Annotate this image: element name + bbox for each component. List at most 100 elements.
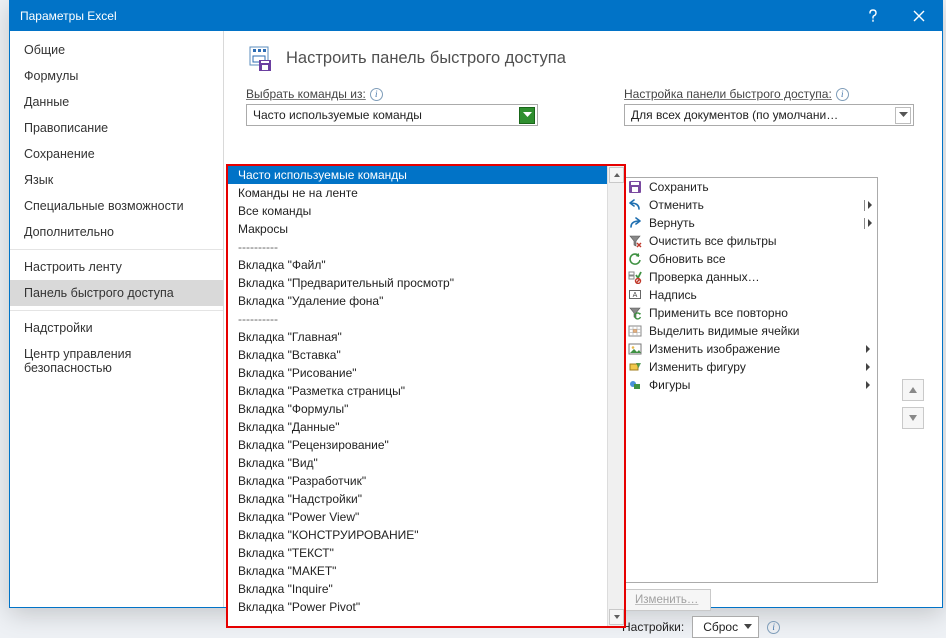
qat-list-item[interactable]: Применить все повторно: [623, 304, 877, 322]
move-down-button[interactable]: [902, 407, 924, 429]
dropdown-item[interactable]: Вкладка "Вставка": [228, 346, 607, 364]
dropdown-item[interactable]: Вкладка "Надстройки": [228, 490, 607, 508]
qat-list-item[interactable]: Вернуть: [623, 214, 877, 232]
sidebar-item-customize-ribbon[interactable]: Настроить ленту: [10, 254, 223, 280]
dropdown-item[interactable]: Вкладка "КОНСТРУИРОВАНИЕ": [228, 526, 607, 544]
window-title: Параметры Excel: [20, 9, 850, 23]
info-icon[interactable]: i: [836, 88, 849, 101]
shapes-icon: [627, 377, 643, 393]
sidebar-item-proofing[interactable]: Правописание: [10, 115, 223, 141]
choose-commands-label: Выбрать команды из: i: [246, 87, 538, 101]
choose-commands-combo[interactable]: Часто используемые команды: [246, 104, 538, 126]
sidebar-item-advanced[interactable]: Дополнительно: [10, 219, 223, 245]
sidebar-item-data[interactable]: Данные: [10, 89, 223, 115]
clear-filters-icon: [627, 233, 643, 249]
dropdown-item[interactable]: Вкладка "Разработчик": [228, 472, 607, 490]
main-panel: Настроить панель быстрого доступа Выбрат…: [224, 31, 942, 607]
dropdown-item[interactable]: Вкладка "Разметка страницы": [228, 382, 607, 400]
dropdown-item[interactable]: Команды не на ленте: [228, 184, 607, 202]
sidebar-item-qat[interactable]: Панель быстрого доступа: [10, 280, 223, 306]
qat-list-item[interactable]: Изменить изображение: [623, 340, 877, 358]
qat-list-item[interactable]: Отменить: [623, 196, 877, 214]
dropdown-item[interactable]: Вкладка "Данные": [228, 418, 607, 436]
qat-commands-listbox[interactable]: Сохранить Отменить Вернуть Очистить все фил…: [622, 177, 878, 583]
list-item-label: Проверка данных…: [649, 270, 873, 284]
help-button[interactable]: [850, 1, 896, 31]
reset-button[interactable]: Сброс: [692, 616, 759, 638]
list-item-label: Обновить все: [649, 252, 873, 266]
move-up-button[interactable]: [902, 379, 924, 401]
scroll-up-button[interactable]: [609, 167, 624, 183]
dropdown-item[interactable]: Вкладка "Рецензирование": [228, 436, 607, 454]
close-button[interactable]: [896, 1, 942, 31]
customizations-label: Настройки:: [622, 620, 684, 634]
submenu-arrow-icon: [863, 345, 873, 353]
dropdown-arrow-icon: [895, 107, 911, 124]
submenu-arrow-icon: [863, 218, 873, 229]
submenu-arrow-icon: [863, 363, 873, 371]
sidebar-item-formulas[interactable]: Формулы: [10, 63, 223, 89]
save-icon: [627, 179, 643, 195]
dropdown-item[interactable]: Вкладка "ТЕКСТ": [228, 544, 607, 562]
qat-list-item[interactable]: Сохранить: [623, 178, 877, 196]
list-item-label: Применить все повторно: [649, 306, 873, 320]
dropdown-item[interactable]: Вкладка "Файл": [228, 256, 607, 274]
repeat-icon: [627, 305, 643, 321]
panel-title: Настроить панель быстрого доступа: [286, 49, 566, 68]
list-item-label: Сохранить: [649, 180, 873, 194]
titlebar: Параметры Excel: [10, 1, 942, 31]
dropdown-item[interactable]: Часто используемые команды: [228, 166, 607, 184]
panel-header: Настроить панель быстрого доступа: [246, 43, 928, 73]
qat-list-item[interactable]: Фигуры: [623, 376, 877, 394]
qat-list-item[interactable]: Изменить фигуру: [623, 358, 877, 376]
sidebar: Общие Формулы Данные Правописание Сохран…: [10, 31, 224, 607]
list-item-label: Надпись: [649, 288, 873, 302]
qat-list-item[interactable]: Обновить все: [623, 250, 877, 268]
sidebar-item-trust-center[interactable]: Центр управления безопасностью: [10, 341, 223, 381]
list-item-label: Изменить изображение: [649, 342, 857, 356]
sidebar-item-accessibility[interactable]: Специальные возможности: [10, 193, 223, 219]
dropdown-item[interactable]: Вкладка "Рисование": [228, 364, 607, 382]
qat-list-item[interactable]: Очистить все фильтры: [623, 232, 877, 250]
list-item-label: Очистить все фильтры: [649, 234, 873, 248]
dropdown-item[interactable]: Вкладка "Вид": [228, 454, 607, 472]
dropdown-arrow-icon: [519, 107, 535, 124]
visible-cells-icon: [627, 323, 643, 339]
dropdown-item[interactable]: Вкладка "Power Pivot": [228, 598, 607, 616]
qat-list-item[interactable]: Выделить видимые ячейки: [623, 322, 877, 340]
dropdown-item[interactable]: Вкладка "Inquire": [228, 580, 607, 598]
sidebar-item-language[interactable]: Язык: [10, 167, 223, 193]
textbox-icon: A: [627, 287, 643, 303]
submenu-arrow-icon: [863, 200, 873, 211]
image-icon: [627, 341, 643, 357]
dropdown-item[interactable]: Все команды: [228, 202, 607, 220]
qat-list-item[interactable]: Проверка данных…: [623, 268, 877, 286]
sidebar-item-save[interactable]: Сохранение: [10, 141, 223, 167]
dropdown-item[interactable]: Вкладка "Power View": [228, 508, 607, 526]
options-window: Параметры Excel Общие Формулы Данные Пра…: [9, 0, 943, 608]
sidebar-item-addins[interactable]: Надстройки: [10, 315, 223, 341]
dropdown-item[interactable]: Вкладка "МАКЕТ": [228, 562, 607, 580]
svg-text:A: A: [633, 292, 638, 299]
info-icon[interactable]: i: [767, 621, 780, 634]
refresh-icon: [627, 251, 643, 267]
dropdown-item[interactable]: Вкладка "Формулы": [228, 400, 607, 418]
shape-icon: [627, 359, 643, 375]
dropdown-item[interactable]: Вкладка "Главная": [228, 328, 607, 346]
sidebar-item-general[interactable]: Общие: [10, 37, 223, 63]
dropdown-scrollbar[interactable]: [607, 166, 624, 626]
scroll-down-button[interactable]: [609, 609, 624, 625]
customize-scope-combo[interactable]: Для всех документов (по умолчани…: [624, 104, 914, 126]
data-validation-icon: [627, 269, 643, 285]
info-icon[interactable]: i: [370, 88, 383, 101]
choose-commands-dropdown: Часто используемые командыКоманды не на …: [226, 164, 626, 628]
dropdown-item[interactable]: Вкладка "Предварительный просмотр": [228, 274, 607, 292]
undo-icon: [627, 197, 643, 213]
sidebar-separator: [10, 310, 223, 311]
customize-qat-label: Настройка панели быстрого доступа: i: [624, 87, 880, 101]
dropdown-separator: ----------: [228, 238, 607, 256]
list-item-label: Вернуть: [649, 216, 857, 230]
dropdown-item[interactable]: Макросы: [228, 220, 607, 238]
dropdown-item[interactable]: Вкладка "Удаление фона": [228, 292, 607, 310]
qat-list-item[interactable]: A Надпись: [623, 286, 877, 304]
